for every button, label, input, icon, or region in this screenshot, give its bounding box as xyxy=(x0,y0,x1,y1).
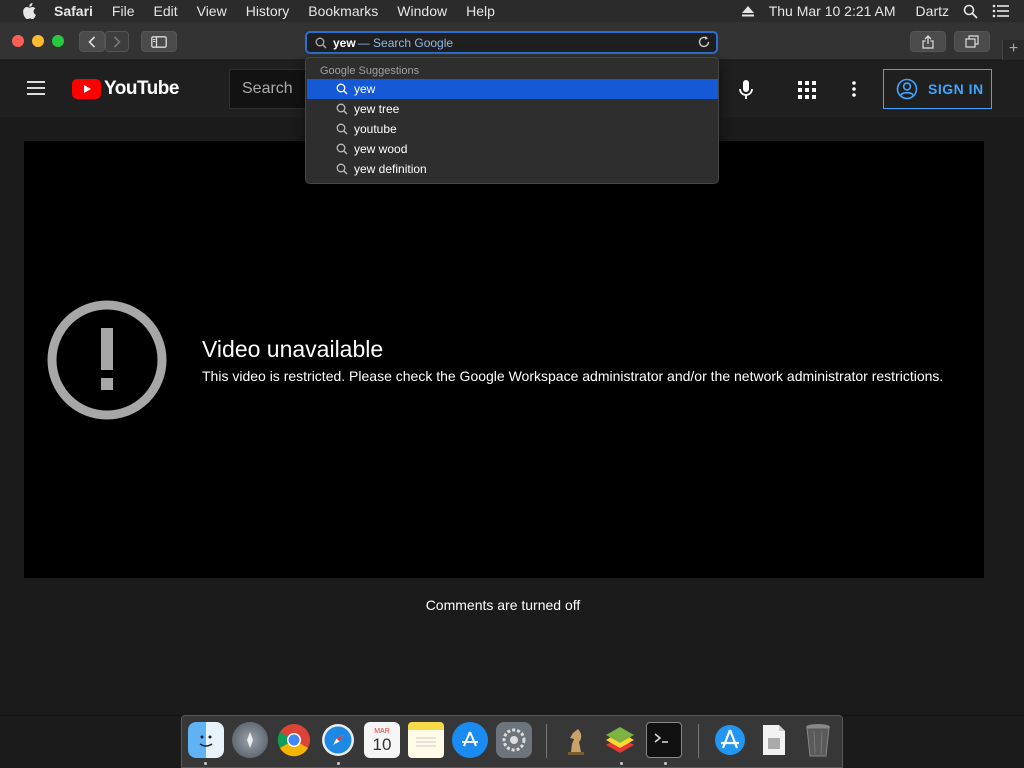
show-tabs-button[interactable] xyxy=(954,31,990,52)
minimize-window-button[interactable] xyxy=(32,35,44,47)
menu-view[interactable]: View xyxy=(197,3,227,19)
bluestacks-icon[interactable] xyxy=(602,722,638,758)
close-window-button[interactable] xyxy=(12,35,24,47)
menu-window[interactable]: Window xyxy=(397,3,447,19)
running-indicator xyxy=(204,762,207,765)
sign-in-label: SIGN IN xyxy=(928,81,984,97)
suggestion-label: yew wood xyxy=(354,142,408,156)
chrome-icon[interactable] xyxy=(276,722,312,758)
chevron-left-icon xyxy=(88,35,96,48)
menu-bar-status: Thu Mar 10 2:21 AM Dartz xyxy=(741,0,1024,22)
menu-history[interactable]: History xyxy=(246,3,290,19)
document-icon[interactable] xyxy=(756,722,792,758)
alert-icon xyxy=(47,300,167,420)
sidebar-toggle-button[interactable] xyxy=(141,31,177,52)
spotlight-icon[interactable] xyxy=(963,4,978,19)
suggestion-label: yew xyxy=(354,82,376,96)
apps-grid-icon[interactable] xyxy=(798,81,816,99)
running-indicator xyxy=(620,762,623,765)
safari-icon[interactable] xyxy=(320,722,356,758)
more-options-icon[interactable] xyxy=(851,80,857,98)
address-query[interactable]: yew xyxy=(333,36,356,50)
dock: MAR 10 xyxy=(181,715,843,768)
user-name[interactable]: Dartz xyxy=(916,3,949,19)
sign-in-button[interactable]: SIGN IN xyxy=(883,69,992,109)
running-indicator xyxy=(337,762,340,765)
suggestion-label: yew definition xyxy=(354,162,427,176)
search-icon xyxy=(336,103,348,115)
search-suggestions-dropdown: Google Suggestions yew yew tree youtube … xyxy=(305,57,719,184)
search-icon xyxy=(315,37,327,48)
search-icon xyxy=(336,163,348,175)
tabs-icon xyxy=(965,35,979,48)
calendar-day: 10 xyxy=(372,734,392,754)
youtube-wordmark: YouTube xyxy=(104,78,179,99)
back-button[interactable] xyxy=(79,31,105,52)
notes-icon[interactable] xyxy=(408,722,444,758)
reload-icon[interactable] xyxy=(697,35,711,49)
running-indicator xyxy=(664,762,667,765)
address-hint: — Search Google xyxy=(357,35,454,50)
suggestion-label: youtube xyxy=(354,122,397,136)
zoom-window-button[interactable] xyxy=(52,35,64,47)
terminal-icon[interactable] xyxy=(646,722,682,758)
video-player[interactable]: Video unavailable This video is restrict… xyxy=(24,141,984,578)
finder-icon[interactable] xyxy=(188,722,224,758)
suggestion-item[interactable]: youtube xyxy=(307,119,718,139)
system-preferences-icon[interactable] xyxy=(496,722,532,758)
suggestions-header: Google Suggestions xyxy=(320,65,420,77)
menu-bar: Safari File Edit View History Bookmarks … xyxy=(0,0,1024,22)
search-icon xyxy=(336,123,348,135)
hamburger-menu-icon[interactable] xyxy=(27,81,45,95)
forward-button[interactable] xyxy=(105,31,129,52)
search-icon xyxy=(336,83,348,95)
menu-file[interactable]: File xyxy=(112,3,135,19)
trash-icon[interactable] xyxy=(800,722,836,758)
share-button[interactable] xyxy=(910,31,946,52)
dock-separator xyxy=(546,724,547,758)
eject-icon[interactable] xyxy=(741,5,755,17)
chess-icon[interactable] xyxy=(558,722,594,758)
suggestion-item[interactable]: yew wood xyxy=(307,139,718,159)
suggestion-label: yew tree xyxy=(354,102,400,116)
menu-edit[interactable]: Edit xyxy=(153,3,177,19)
search-icon xyxy=(336,143,348,155)
downloads-folder-icon[interactable] xyxy=(712,722,748,758)
app-store-icon[interactable] xyxy=(452,722,488,758)
notification-center-icon[interactable] xyxy=(992,4,1010,18)
suggestion-item[interactable]: yew xyxy=(307,79,718,99)
safari-toolbar: yew — Search Google + xyxy=(0,22,1024,60)
account-icon xyxy=(896,78,918,100)
address-bar[interactable]: yew — Search Google xyxy=(305,31,718,54)
chevron-right-icon xyxy=(113,35,121,48)
youtube-logo[interactable]: YouTube xyxy=(72,78,179,100)
share-icon xyxy=(922,34,934,49)
youtube-search-input[interactable]: Search xyxy=(229,69,309,109)
menu-bookmarks[interactable]: Bookmarks xyxy=(308,3,378,19)
dock-separator xyxy=(698,724,699,758)
suggestion-item[interactable]: yew tree xyxy=(307,99,718,119)
calendar-icon[interactable]: MAR 10 xyxy=(364,722,400,758)
video-unavailable-title: Video unavailable xyxy=(202,336,384,362)
clock[interactable]: Thu Mar 10 2:21 AM xyxy=(769,3,896,19)
microphone-icon[interactable] xyxy=(738,79,754,101)
comments-disabled-text: Comments are turned off xyxy=(425,597,581,613)
apple-icon[interactable] xyxy=(22,3,36,19)
launchpad-icon[interactable] xyxy=(232,722,268,758)
new-tab-button[interactable]: + xyxy=(1002,40,1024,60)
menu-help[interactable]: Help xyxy=(466,3,495,19)
sidebar-icon xyxy=(151,35,167,48)
youtube-play-icon xyxy=(72,79,101,99)
video-restriction-message: This video is restricted. Please check t… xyxy=(202,368,944,384)
menu-app-name[interactable]: Safari xyxy=(54,3,93,19)
suggestion-item[interactable]: yew definition xyxy=(307,159,718,179)
